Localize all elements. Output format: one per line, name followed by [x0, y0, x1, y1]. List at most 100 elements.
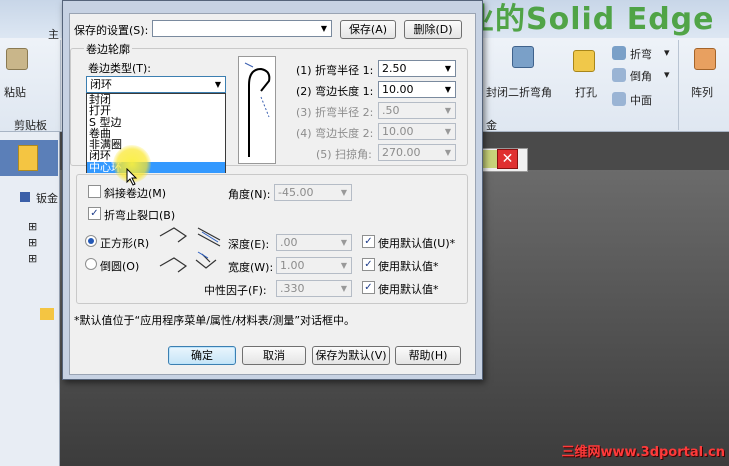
bend-radius-1-field[interactable]: 2.50 ▼	[378, 60, 456, 77]
tab-main[interactable]: 主	[48, 26, 59, 42]
array-button[interactable]: 阵列	[691, 84, 713, 100]
tree-expand-icon[interactable]: ⊞	[28, 252, 37, 265]
depth-value: .00	[280, 236, 298, 249]
angle-field[interactable]: -45.00 ▼	[274, 184, 352, 201]
part-icon	[18, 145, 38, 171]
mouse-cursor-icon	[126, 168, 138, 186]
chevron-down-icon: ▼	[340, 238, 348, 247]
ribbon-separator	[678, 40, 679, 130]
default-values-footnote: *默认值位于“应用程序菜单/属性/材料表/测量”对话框中。	[74, 314, 356, 327]
paste-icon[interactable]	[6, 48, 28, 70]
use-default-depth-label: 使用默认值(U)*	[378, 237, 456, 250]
hem-type-list[interactable]: 封闭 打开 S 型边 卷曲 非满圈 闭环 中心环	[86, 93, 226, 174]
punch-button[interactable]: 打孔	[575, 84, 597, 100]
round-relief-radio[interactable]	[85, 258, 97, 270]
delete-settings-button[interactable]: 删除(D)	[404, 20, 462, 39]
round-relief-label: 倒圆(O)	[100, 260, 140, 273]
pathfinder-panel	[0, 132, 60, 466]
chevron-down-icon: ▼	[340, 284, 348, 293]
neutral-factor-value: .330	[280, 282, 305, 295]
clipboard-group-label: 剪贴板	[14, 119, 47, 132]
flange-length-2-label: (4) 弯边长度 2:	[296, 127, 374, 140]
bend-relief-checkbox[interactable]: ✓	[88, 207, 101, 220]
midplane-icon[interactable]	[612, 92, 626, 106]
close-bend-icon[interactable]	[512, 46, 534, 68]
watermark: 三维网www.3dportal.cn	[561, 445, 725, 460]
hem-profile-preview	[238, 56, 276, 164]
paste-label[interactable]: 粘贴	[4, 84, 26, 100]
cancel-button[interactable]: 取消	[242, 346, 306, 365]
tree-expand-icon[interactable]: ⊞	[28, 220, 37, 233]
miter-hem-label: 斜接卷边(M)	[104, 187, 167, 200]
feature-icon[interactable]	[40, 308, 54, 320]
width-label: 宽度(W):	[228, 261, 274, 274]
flange-length-1-label: (2) 弯边长度 1:	[296, 85, 374, 98]
flange-length-1-field[interactable]: 10.00 ▼	[378, 81, 456, 98]
use-default-width-label: 使用默认值*	[378, 260, 439, 273]
square-relief-label: 正方形(R)	[100, 237, 150, 250]
tree-root-item[interactable]: 钣金	[20, 190, 58, 206]
width-field[interactable]: 1.00 ▼	[276, 257, 352, 274]
use-default-width-checkbox[interactable]: ✓	[362, 258, 375, 271]
hem-profile-sketch	[244, 62, 271, 157]
bend-radius-2-field[interactable]: .50 ▼	[378, 102, 456, 119]
sweep-angle-field[interactable]: 270.00 ▼	[378, 144, 456, 161]
chevron-down-icon: ▼	[444, 64, 452, 73]
neutral-factor-field[interactable]: .330 ▼	[276, 280, 352, 297]
array-icon[interactable]	[694, 48, 716, 70]
midplane-button[interactable]: 中面	[630, 92, 652, 108]
sweep-angle-value: 270.00	[382, 146, 421, 159]
flange-length-1-value: 10.00	[382, 83, 414, 96]
saved-settings-dropdown[interactable]: ▼	[152, 20, 332, 37]
depth-field[interactable]: .00 ▼	[276, 234, 352, 251]
punch-icon[interactable]	[573, 50, 595, 72]
chevron-down-icon: ▼	[444, 106, 452, 115]
hem-type-value: 闭环	[90, 78, 112, 91]
chamfer-button[interactable]: 倒角	[630, 68, 652, 84]
miter-hem-checkbox[interactable]	[88, 185, 101, 198]
bend-icon[interactable]	[612, 46, 626, 60]
chamfer-dropdown-arrow[interactable]: ▾	[664, 68, 670, 81]
save-as-default-button[interactable]: 保存为默认(V)	[312, 346, 390, 365]
chevron-down-icon: ▼	[340, 261, 348, 270]
chevron-down-icon: ▼	[444, 148, 452, 157]
square-relief-radio[interactable]	[85, 235, 97, 247]
chamfer-icon[interactable]	[612, 68, 626, 82]
chevron-down-icon: ▼	[214, 80, 222, 89]
bend-dropdown-arrow[interactable]: ▾	[664, 46, 670, 59]
saved-settings-label: 保存的设置(S):	[74, 24, 149, 37]
bend-radius-2-value: .50	[382, 104, 400, 117]
list-item-selected[interactable]: 中心环	[87, 162, 225, 174]
use-default-factor-label: 使用默认值*	[378, 283, 439, 296]
hem-profile-group-title: 卷边轮廓	[84, 41, 132, 57]
list-item[interactable]: 打开	[87, 105, 225, 116]
width-value: 1.00	[280, 259, 305, 272]
depth-label: 深度(E):	[228, 238, 270, 251]
relief-diagram-icon	[159, 227, 221, 273]
bend-relief-label: 折弯止裂口(B)	[104, 209, 176, 222]
bend-button[interactable]: 折弯	[630, 46, 652, 62]
chevron-down-icon: ▼	[340, 188, 348, 197]
use-default-factor-checkbox[interactable]: ✓	[362, 281, 375, 294]
save-settings-button[interactable]: 保存(A)	[340, 20, 396, 39]
flange-length-2-field[interactable]: 10.00 ▼	[378, 123, 456, 140]
close-bend-corner-button[interactable]: 封闭二折弯角	[486, 84, 552, 100]
ribbon-separator	[60, 40, 61, 130]
ok-button[interactable]: 确定	[168, 346, 236, 365]
chevron-down-icon: ▼	[320, 24, 328, 33]
help-button[interactable]: 帮助(H)	[395, 346, 461, 365]
ribbon-group-label: 金	[486, 119, 497, 132]
hem-type-label: 卷边类型(T):	[88, 62, 152, 75]
hem-type-dropdown[interactable]: 闭环 ▼	[86, 76, 226, 93]
tree-expand-icon[interactable]: ⊞	[28, 236, 37, 249]
chevron-down-icon: ▼	[444, 127, 452, 136]
flange-length-2-value: 10.00	[382, 125, 414, 138]
tree-root-icon	[20, 192, 30, 202]
sweep-angle-label: (5) 扫掠角:	[316, 148, 372, 161]
neutral-factor-label: 中性因子(F):	[204, 284, 267, 297]
chevron-down-icon: ▼	[444, 85, 452, 94]
use-default-depth-checkbox[interactable]: ✓	[362, 235, 375, 248]
close-icon[interactable]: ✕	[497, 149, 518, 169]
angle-label: 角度(N):	[228, 188, 271, 201]
bend-radius-2-label: (3) 折弯半径 2:	[296, 106, 374, 119]
